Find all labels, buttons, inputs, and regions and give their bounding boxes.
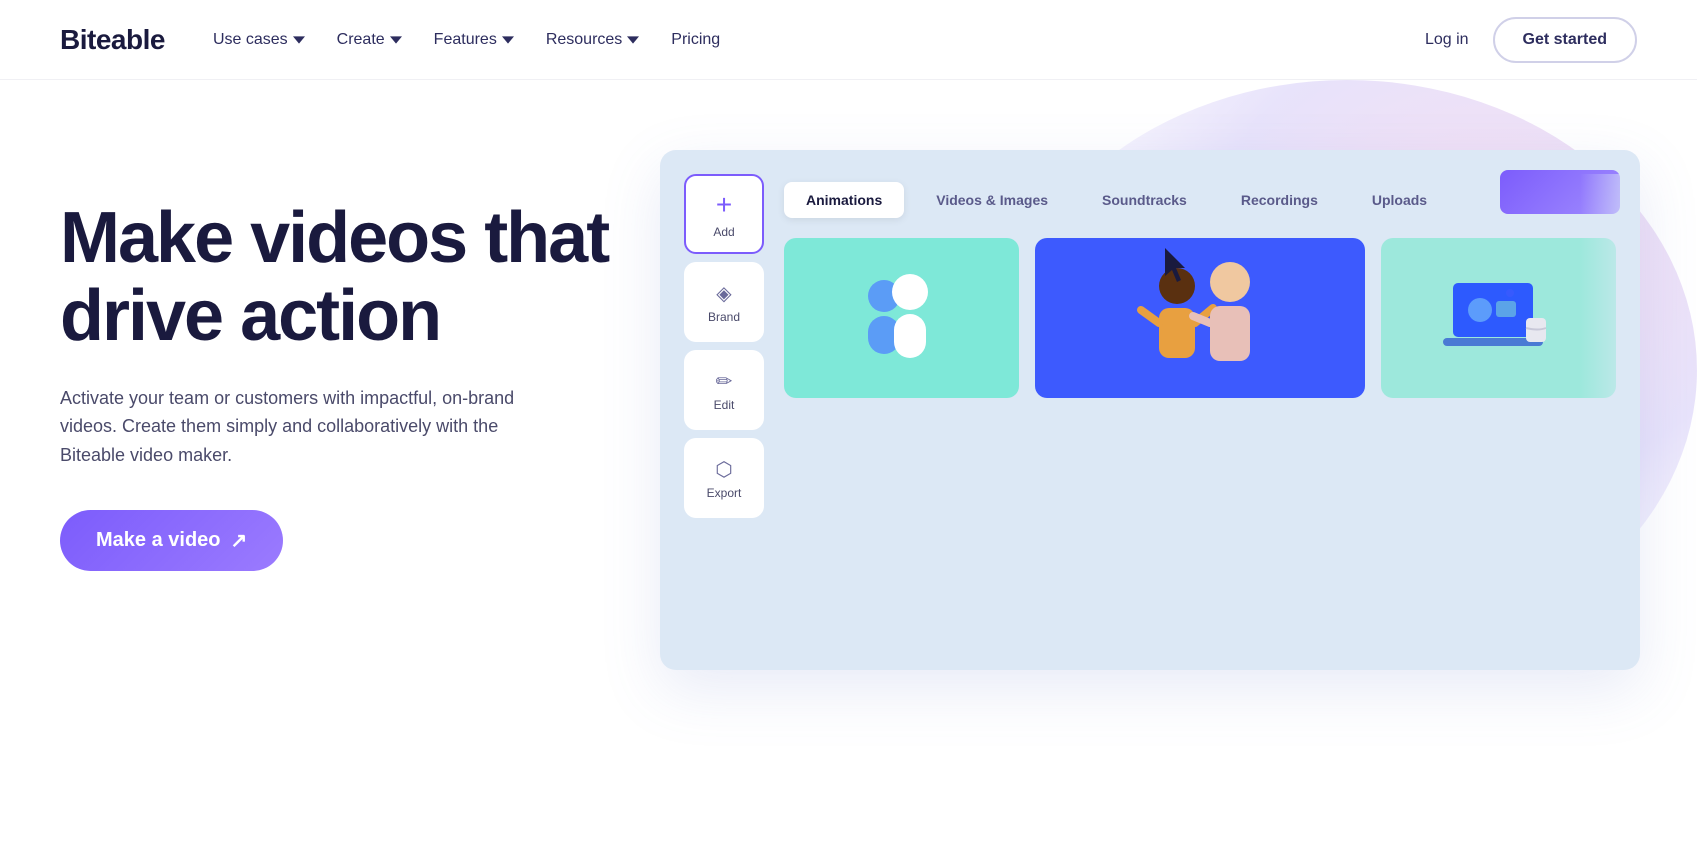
nav-item-pricing[interactable]: Pricing — [671, 31, 720, 49]
cta-label: Make a video — [96, 529, 221, 552]
make-video-button[interactable]: Make a video ↗ — [60, 510, 283, 571]
sidebar-edit[interactable]: ✏ Edit — [684, 350, 764, 430]
tab-uploads[interactable]: Uploads — [1350, 182, 1449, 218]
people-illustration-1 — [842, 258, 962, 378]
nav-item-resources[interactable]: Resources — [546, 31, 639, 49]
login-button[interactable]: Log in — [1425, 31, 1469, 49]
logo[interactable]: Biteable — [60, 24, 165, 56]
thumbnail-3[interactable] — [1381, 238, 1616, 398]
content-tabs: Animations Videos & Images Soundtracks R… — [784, 182, 1616, 218]
export-icon: ⬡ — [715, 457, 732, 482]
tab-soundtracks[interactable]: Soundtracks — [1080, 182, 1209, 218]
nav-links: Use cases Create Features Resources Pric… — [213, 31, 1425, 49]
brand-icon: ◈ — [716, 281, 731, 306]
sidebar-add-label: Add — [713, 225, 734, 239]
chevron-down-icon — [502, 34, 514, 46]
sidebar-brand-label: Brand — [708, 310, 740, 324]
thumb-figures-2 — [1035, 238, 1364, 398]
sidebar-brand[interactable]: ◈ Brand — [684, 262, 764, 342]
people-illustration-2 — [1125, 248, 1275, 388]
chevron-down-icon — [390, 34, 402, 46]
edit-icon: ✏ — [716, 369, 733, 394]
thumb-figures-1 — [784, 238, 1019, 398]
tab-recordings[interactable]: Recordings — [1219, 182, 1340, 218]
add-icon: + — [716, 189, 732, 221]
thumbnail-2[interactable] — [1035, 238, 1364, 398]
hero-section: Make videos that drive action Activate y… — [0, 80, 1697, 863]
thumbnail-1[interactable] — [784, 238, 1019, 398]
nav-item-create[interactable]: Create — [337, 31, 402, 49]
chevron-down-icon — [293, 34, 305, 46]
tab-animations[interactable]: Animations — [784, 182, 904, 218]
hero-description: Activate your team or customers with imp… — [60, 384, 540, 470]
hero-left: Make videos that drive action Activate y… — [60, 140, 620, 571]
nav-item-features[interactable]: Features — [434, 31, 514, 49]
chevron-down-icon — [627, 34, 639, 46]
sidebar-edit-label: Edit — [714, 398, 735, 412]
mockup-main-content: Animations Videos & Images Soundtracks R… — [784, 174, 1616, 398]
app-mockup: + Add ◈ Brand ✏ Edit ⬡ Export — [660, 150, 1640, 670]
mockup-sidebar: + Add ◈ Brand ✏ Edit ⬡ Export — [684, 174, 774, 646]
arrow-icon: ↗ — [231, 528, 248, 553]
get-started-button[interactable]: Get started — [1493, 17, 1637, 63]
mockup-container: + Add ◈ Brand ✏ Edit ⬡ Export — [660, 150, 1640, 670]
sidebar-export-label: Export — [707, 486, 742, 500]
nav-item-use-cases[interactable]: Use cases — [213, 31, 305, 49]
thumb-figures-3 — [1381, 238, 1616, 398]
mockup-topbar-accent — [1500, 170, 1620, 214]
tab-videos-images[interactable]: Videos & Images — [914, 182, 1070, 218]
nav-right: Log in Get started — [1425, 17, 1637, 63]
laptop-illustration — [1438, 263, 1558, 373]
navigation: Biteable Use cases Create Features Resou… — [0, 0, 1697, 80]
thumbnail-grid — [784, 238, 1616, 398]
sidebar-export[interactable]: ⬡ Export — [684, 438, 764, 518]
hero-title: Make videos that drive action — [60, 200, 620, 356]
sidebar-add[interactable]: + Add — [684, 174, 764, 254]
